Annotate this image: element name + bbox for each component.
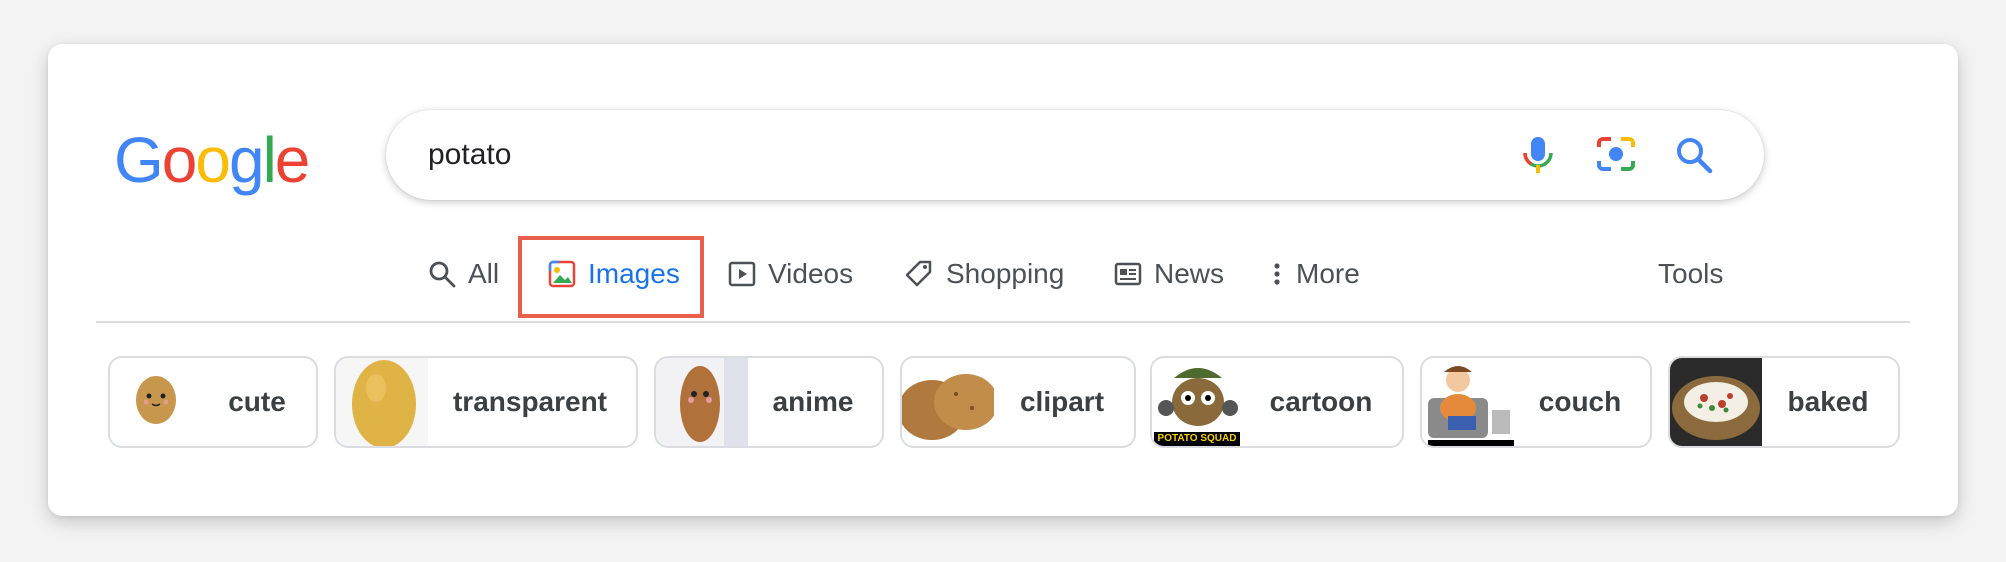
chip-label: transparent: [452, 386, 608, 417]
tab-more[interactable]: More: [1270, 234, 1360, 314]
search-icon: [429, 261, 456, 288]
tab-label: Videos: [768, 258, 854, 289]
potato-thumbnail: POTATO SQUAD: [1152, 358, 1244, 446]
newspaper-icon: [1114, 262, 1142, 286]
potato-thumbnail: [1670, 358, 1762, 446]
microphone-icon[interactable]: [1514, 131, 1562, 179]
tag-icon: [905, 260, 932, 287]
potato-thumbnail: [110, 358, 202, 446]
search-input[interactable]: potato: [428, 110, 511, 200]
search-icon[interactable]: [1670, 131, 1718, 179]
tab-label: Shopping: [946, 258, 1065, 289]
chip-clipart[interactable]: clipart: [900, 356, 1136, 448]
thumbnail-caption: POTATO SQUAD: [1157, 433, 1237, 444]
chip-baked[interactable]: baked: [1668, 356, 1900, 448]
play-icon: [728, 261, 756, 287]
potato-thumbnail: [1422, 358, 1514, 446]
tab-label: News: [1154, 258, 1225, 289]
chip-cartoon[interactable]: POTATO SQUAD cartoon: [1150, 356, 1404, 448]
tab-shopping[interactable]: Shopping: [904, 234, 1064, 314]
chip-label: anime: [772, 386, 854, 417]
camera-lens-icon[interactable]: [1592, 131, 1640, 179]
chip-label: couch: [1538, 386, 1622, 417]
tab-label: All: [468, 258, 500, 289]
highlight-box: [518, 236, 704, 318]
chip-anime[interactable]: anime: [654, 356, 884, 448]
chip-label: baked: [1787, 386, 1869, 417]
chip-label: cute: [228, 386, 286, 417]
potato-thumbnail: [902, 358, 998, 446]
more-vert-icon: [1274, 263, 1280, 285]
search-tabs: All Images Videos Shopping News More Too…: [48, 234, 1958, 314]
chip-label: clipart: [1019, 386, 1105, 417]
chip-transparent[interactable]: transparent: [334, 356, 638, 448]
chip-cute[interactable]: cute: [108, 356, 318, 448]
chip-couch[interactable]: couch: [1420, 356, 1652, 448]
chip-label: cartoon: [1269, 386, 1373, 417]
tabs-divider: [96, 321, 1910, 323]
potato-thumbnail: [336, 358, 428, 446]
tab-all[interactable]: All: [428, 234, 499, 314]
google-logo[interactable]: Google: [114, 120, 310, 200]
search-results-header: Google potato All Images Videos Shopping…: [48, 44, 1958, 516]
potato-thumbnail: [656, 358, 748, 446]
tools-button[interactable]: Tools: [1658, 234, 1723, 314]
tab-videos[interactable]: Videos: [728, 234, 853, 314]
search-box[interactable]: potato: [386, 110, 1764, 200]
tab-label: More: [1296, 258, 1360, 289]
tab-news[interactable]: News: [1114, 234, 1224, 314]
